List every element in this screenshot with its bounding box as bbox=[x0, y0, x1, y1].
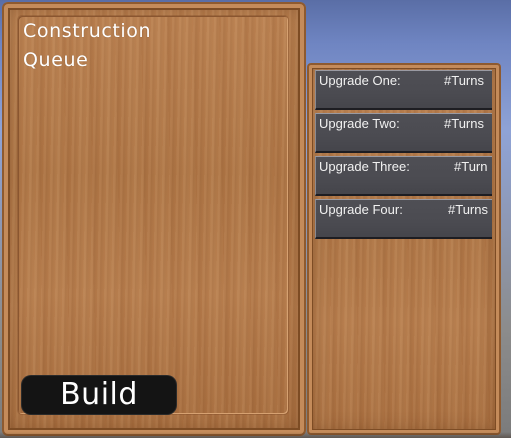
upgrade-name: Upgrade Four: bbox=[319, 202, 403, 217]
game-screen: Construction Queue Build Upgrade One: #T… bbox=[0, 0, 511, 438]
upgrade-name: Upgrade Three: bbox=[319, 159, 410, 174]
construction-queue-title: Construction Queue bbox=[23, 20, 152, 71]
upgrade-turns: #Turns bbox=[444, 116, 484, 131]
upgrade-turns: #Turns bbox=[448, 202, 488, 217]
construction-queue-inset bbox=[18, 16, 288, 414]
upgrade-turns: #Turns bbox=[444, 73, 484, 88]
build-button[interactable]: Build bbox=[22, 376, 176, 414]
upgrade-turns: #Turn bbox=[454, 159, 488, 174]
upgrade-list: Upgrade One: #Turns Upgrade Two: #Turns … bbox=[315, 70, 492, 242]
upgrade-name: Upgrade Two: bbox=[319, 116, 400, 131]
upgrade-name: Upgrade One: bbox=[319, 73, 401, 88]
upgrade-row-two[interactable]: Upgrade Two: #Turns bbox=[315, 113, 492, 153]
upgrade-row-four[interactable]: Upgrade Four: #Turns bbox=[315, 199, 492, 239]
upgrade-row-three[interactable]: Upgrade Three: #Turn bbox=[315, 156, 492, 196]
build-button-label: Build bbox=[60, 376, 138, 412]
upgrade-row-one[interactable]: Upgrade One: #Turns bbox=[315, 70, 492, 110]
